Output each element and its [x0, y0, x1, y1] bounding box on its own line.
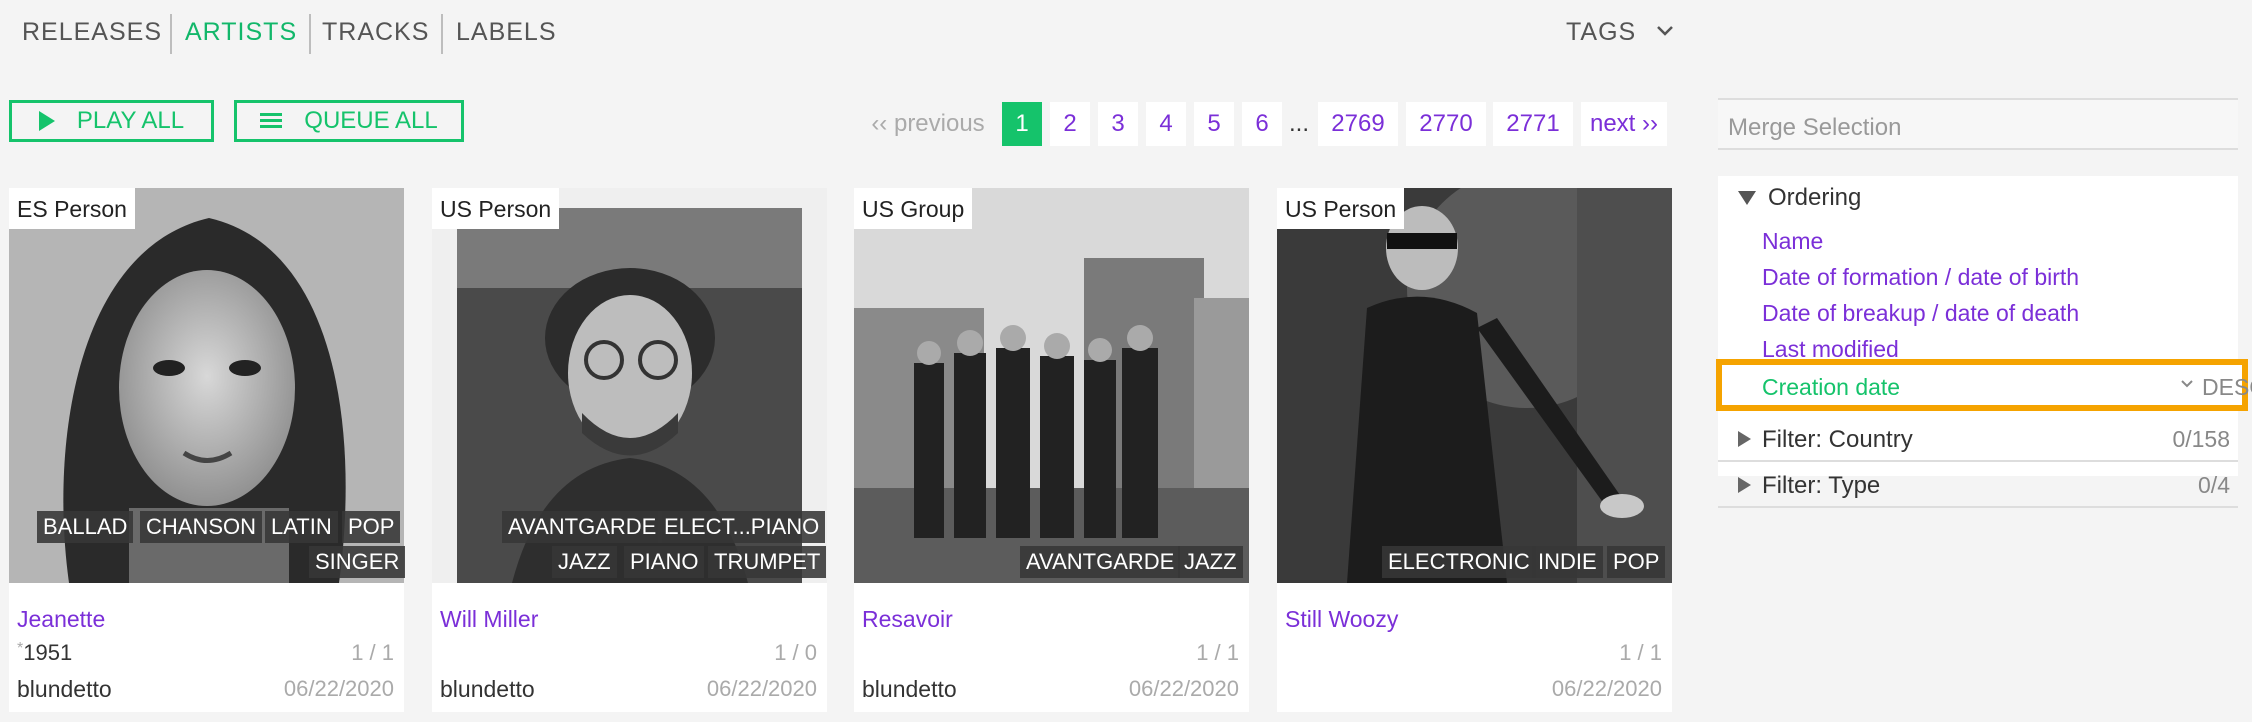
- page-5[interactable]: 5: [1194, 102, 1234, 146]
- pagination: ‹‹ previous 1 2 3 4 5 6 ... 2769 2770 27…: [0, 102, 1680, 146]
- genre-tag[interactable]: TRUMPET: [708, 546, 827, 578]
- birth-year: *1951: [17, 640, 73, 665]
- genre-tag[interactable]: PIANO: [624, 546, 705, 578]
- page-1[interactable]: 1: [1002, 102, 1042, 146]
- page-4[interactable]: 4: [1146, 102, 1186, 146]
- artist-card[interactable]: US Person ELECTRONIC INDIE POP Still Woo…: [1277, 188, 1672, 712]
- artist-card[interactable]: US Person AVANTGARDE ELECT...PIANO JAZZ …: [432, 188, 827, 712]
- genre-tag[interactable]: INDIE: [1532, 546, 1603, 578]
- genre-tag[interactable]: AVANTGARDE: [1020, 546, 1181, 578]
- genre-tag[interactable]: ELECT...PIANO: [658, 511, 826, 543]
- sort-direction[interactable]: DESC: [2202, 374, 2252, 401]
- page-3[interactable]: 3: [1098, 102, 1138, 146]
- release-ratio: 1 / 0: [774, 640, 817, 665]
- birth-year-value: 1951: [23, 640, 73, 665]
- release-ratio: 1 / 1: [351, 640, 394, 665]
- merge-selection-button[interactable]: Merge Selection: [1718, 98, 2238, 150]
- artist-card[interactable]: US Group AVANTGARDE JAZZ Resavoir 1 / 1 …: [854, 188, 1249, 712]
- created-date: 06/22/2020: [283, 676, 394, 701]
- artist-name-link[interactable]: Resavoir: [862, 606, 953, 633]
- created-by-user: blundetto: [440, 676, 535, 702]
- genre-tag[interactable]: POP: [1607, 546, 1666, 578]
- page-2769[interactable]: 2769: [1318, 102, 1398, 146]
- artist-type-badge: ES Person: [9, 188, 135, 229]
- filter-country[interactable]: Filter: Country 0/158: [1718, 418, 2238, 462]
- nav-releases[interactable]: RELEASES: [22, 18, 162, 47]
- artist-photo[interactable]: [854, 188, 1249, 583]
- filter-type[interactable]: Filter: Type 0/4: [1718, 464, 2238, 508]
- order-option-creation-date[interactable]: Creation date: [1762, 374, 1900, 401]
- page-2770[interactable]: 2770: [1406, 102, 1486, 146]
- order-option-breakup-date[interactable]: Date of breakup / date of death: [1762, 300, 2079, 327]
- artist-card[interactable]: ES Person BALLAD CHANSON LATIN POP SINGE…: [9, 188, 406, 712]
- triangle-right-icon: [1738, 431, 1751, 447]
- created-date: 06/22/2020: [1551, 676, 1662, 701]
- genre-tag[interactable]: ELECTRONIC: [1382, 546, 1536, 578]
- created-date: 06/22/2020: [706, 676, 817, 701]
- nav-separator: [309, 14, 311, 54]
- created-by-user: blundetto: [17, 676, 112, 702]
- next-page-link[interactable]: next ››: [1581, 102, 1667, 146]
- tags-dropdown[interactable]: TAGS: [1566, 18, 1636, 47]
- genre-tag[interactable]: JAZZ: [1178, 546, 1243, 578]
- nav-tracks[interactable]: TRACKS: [322, 18, 429, 47]
- nav-artists[interactable]: ARTISTS: [185, 18, 297, 47]
- artist-name-link[interactable]: Will Miller: [440, 606, 538, 633]
- ordering-title: Ordering: [1768, 184, 1862, 211]
- artist-name-link[interactable]: Jeanette: [17, 606, 105, 633]
- top-nav: RELEASES ARTISTS TRACKS LABELS TAGS: [0, 0, 1680, 68]
- filter-count: 0/158: [2172, 426, 2230, 452]
- artist-type-badge: US Person: [1277, 188, 1405, 229]
- genre-tag[interactable]: LATIN: [265, 511, 338, 543]
- artist-type-badge: US Group: [854, 188, 973, 229]
- chevron-down-icon[interactable]: [1656, 18, 1674, 44]
- genre-tag[interactable]: CHANSON: [140, 511, 263, 543]
- page-2[interactable]: 2: [1050, 102, 1090, 146]
- artist-name-link[interactable]: Still Woozy: [1285, 606, 1398, 633]
- genre-tag[interactable]: BALLAD: [37, 511, 134, 543]
- order-option-formation-date[interactable]: Date of formation / date of birth: [1762, 264, 2079, 291]
- genre-tag[interactable]: AVANTGARDE: [502, 511, 663, 543]
- ordering-toggle[interactable]: Ordering: [1738, 184, 1861, 212]
- filter-label: Filter: Country: [1762, 426, 1913, 453]
- order-option-name[interactable]: Name: [1762, 228, 1823, 255]
- previous-page-link[interactable]: ‹‹ previous: [870, 102, 986, 146]
- created-date: 06/22/2020: [1128, 676, 1239, 701]
- genre-tag[interactable]: POP: [342, 511, 401, 543]
- page-6[interactable]: 6: [1242, 102, 1282, 146]
- artist-type-badge: US Person: [432, 188, 560, 229]
- page-ellipsis: ...: [1288, 110, 1309, 137]
- triangle-right-icon: [1738, 477, 1751, 493]
- page-2771[interactable]: 2771: [1493, 102, 1573, 146]
- nav-separator: [441, 14, 443, 54]
- created-by-user: blundetto: [862, 676, 957, 702]
- release-ratio: 1 / 1: [1196, 640, 1239, 665]
- filter-label: Filter: Type: [1762, 472, 1881, 499]
- artist-photo[interactable]: [1277, 188, 1672, 583]
- chevron-down-icon[interactable]: [2180, 376, 2194, 394]
- genre-tag[interactable]: JAZZ: [552, 546, 617, 578]
- nav-labels[interactable]: LABELS: [456, 18, 557, 47]
- genre-tag[interactable]: SINGER: [309, 546, 406, 578]
- release-ratio: 1 / 1: [1619, 640, 1662, 665]
- nav-separator: [170, 14, 172, 54]
- triangle-down-icon: [1738, 191, 1756, 205]
- filter-count: 0/4: [2198, 472, 2230, 498]
